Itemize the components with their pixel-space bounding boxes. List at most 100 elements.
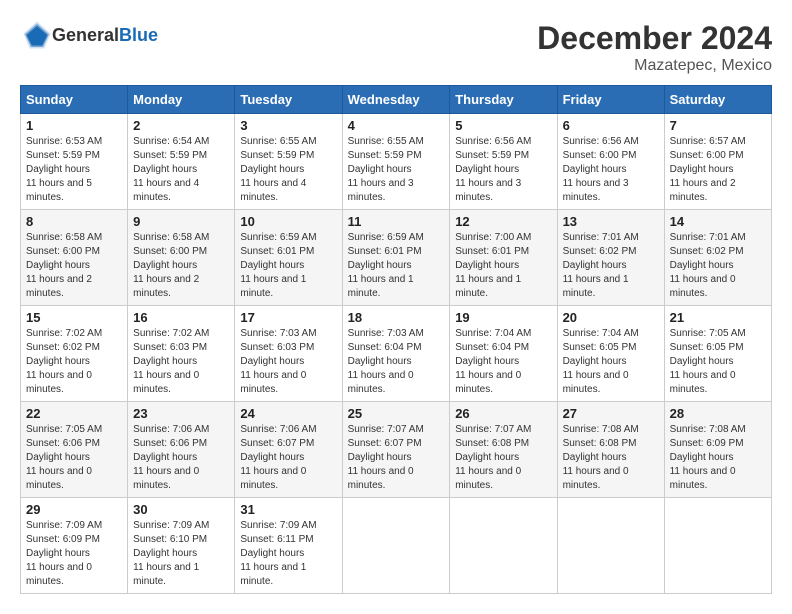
logo-text: GeneralBlue [52,25,158,46]
title-area: December 2024 Mazatepec, Mexico [537,20,772,75]
calendar-cell: 2Sunrise: 6:54 AMSunset: 5:59 PMDaylight… [128,114,235,210]
calendar-cell: 21Sunrise: 7:05 AMSunset: 6:05 PMDayligh… [664,306,771,402]
day-number: 6 [563,118,659,133]
day-number: 15 [26,310,122,325]
day-of-week-friday: Friday [557,86,664,114]
day-info: Sunrise: 6:56 AMSunset: 6:00 PMDaylight … [563,135,659,205]
calendar-cell: 14 Sunrise: 7:01 AMSunset: 6:02 PMDayligh… [664,210,771,306]
day-info: Sunrise: 7:02 AMSunset: 6:02 PMDaylight … [26,327,122,397]
calendar-week-row: 29 Sunrise: 7:09 AMSunset: 6:09 PMDayligh… [21,498,772,594]
calendar-cell: 4 Sunrise: 6:55 AMSunset: 5:59 PMDaylight… [342,114,450,210]
day-number: 25 [348,406,445,421]
day-info: Sunrise: 7:09 AMSunset: 6:09 PMDaylight … [26,519,122,589]
day-number: 16 [133,310,229,325]
calendar-cell: 19 Sunrise: 7:04 AMSunset: 6:04 PMDayligh… [450,306,557,402]
day-info: Sunrise: 6:55 AMSunset: 5:59 PMDaylight … [348,135,445,205]
day-number: 13 [563,214,659,229]
calendar-cell: 12 Sunrise: 7:00 AMSunset: 6:01 PMDayligh… [450,210,557,306]
day-number: 21 [670,310,766,325]
day-number: 27 [563,406,659,421]
calendar-cell: 15 Sunrise: 7:02 AMSunset: 6:02 PMDayligh… [21,306,128,402]
day-number: 19 [455,310,551,325]
calendar-week-row: 15 Sunrise: 7:02 AMSunset: 6:02 PMDayligh… [21,306,772,402]
calendar-cell: 16 Sunrise: 7:02 AMSunset: 6:03 PMDayligh… [128,306,235,402]
day-info: Sunrise: 7:00 AMSunset: 6:01 PMDaylight … [455,231,551,301]
day-info: Sunrise: 7:06 AMSunset: 6:06 PMDaylight … [133,423,229,493]
day-of-week-tuesday: Tuesday [235,86,342,114]
day-number: 24 [240,406,336,421]
calendar-cell: 13Sunrise: 7:01 AMSunset: 6:02 PMDayligh… [557,210,664,306]
day-info: Sunrise: 6:58 AMSunset: 6:00 PMDaylight … [133,231,229,301]
day-number: 11 [348,214,445,229]
day-number: 12 [455,214,551,229]
day-number: 23 [133,406,229,421]
day-of-week-sunday: Sunday [21,86,128,114]
day-info: Sunrise: 7:02 AMSunset: 6:03 PMDaylight … [133,327,229,397]
day-number: 7 [670,118,766,133]
calendar-cell: 28 Sunrise: 7:08 AMSunset: 6:09 PMDayligh… [664,402,771,498]
day-of-week-saturday: Saturday [664,86,771,114]
day-info: Sunrise: 7:08 AMSunset: 6:08 PMDaylight … [563,423,659,493]
calendar-cell: 24 Sunrise: 7:06 AMSunset: 6:07 PMDayligh… [235,402,342,498]
day-info: Sunrise: 7:09 AMSunset: 6:11 PMDaylight … [240,519,336,589]
day-info: Sunrise: 6:53 AMSunset: 5:59 PMDaylight … [26,135,122,205]
calendar-cell: 25 Sunrise: 7:07 AMSunset: 6:07 PMDayligh… [342,402,450,498]
logo-blue: Blue [119,25,158,45]
day-number: 14 [670,214,766,229]
calendar-cell [664,498,771,594]
header: GeneralBlue December 2024 Mazatepec, Mex… [20,20,772,75]
calendar-week-row: 1 Sunrise: 6:53 AMSunset: 5:59 PMDaylight… [21,114,772,210]
day-number: 28 [670,406,766,421]
day-info: Sunrise: 7:07 AMSunset: 6:07 PMDaylight … [348,423,445,493]
day-number: 26 [455,406,551,421]
day-of-week-thursday: Thursday [450,86,557,114]
calendar-cell: 9 Sunrise: 6:58 AMSunset: 6:00 PMDaylight… [128,210,235,306]
day-info: Sunrise: 6:59 AMSunset: 6:01 PMDaylight … [240,231,336,301]
calendar-cell: 5 Sunrise: 6:56 AMSunset: 5:59 PMDaylight… [450,114,557,210]
day-number: 10 [240,214,336,229]
day-number: 17 [240,310,336,325]
day-number: 31 [240,502,336,517]
day-number: 5 [455,118,551,133]
day-number: 20 [563,310,659,325]
day-info: Sunrise: 6:55 AMSunset: 5:59 PMDaylight … [240,135,336,205]
day-info: Sunrise: 6:58 AMSunset: 6:00 PMDaylight … [26,231,122,301]
day-info: Sunrise: 7:06 AMSunset: 6:07 PMDaylight … [240,423,336,493]
day-number: 22 [26,406,122,421]
calendar-cell [557,498,664,594]
day-info: Sunrise: 7:04 AMSunset: 6:04 PMDaylight … [455,327,551,397]
calendar-cell: 22Sunrise: 7:05 AMSunset: 6:06 PMDayligh… [21,402,128,498]
calendar-header-row: SundayMondayTuesdayWednesdayThursdayFrid… [21,86,772,114]
calendar-cell: 23 Sunrise: 7:06 AMSunset: 6:06 PMDayligh… [128,402,235,498]
calendar-cell: 10 Sunrise: 6:59 AMSunset: 6:01 PMDayligh… [235,210,342,306]
location-title: Mazatepec, Mexico [537,57,772,75]
day-info: Sunrise: 7:09 AMSunset: 6:10 PMDaylight … [133,519,229,589]
day-number: 30 [133,502,229,517]
day-number: 4 [348,118,445,133]
day-of-week-monday: Monday [128,86,235,114]
calendar-cell: 18Sunrise: 7:03 AMSunset: 6:04 PMDayligh… [342,306,450,402]
calendar-cell: 11 Sunrise: 6:59 AMSunset: 6:01 PMDayligh… [342,210,450,306]
day-info: Sunrise: 6:56 AMSunset: 5:59 PMDaylight … [455,135,551,205]
calendar-cell: 27 Sunrise: 7:08 AMSunset: 6:08 PMDayligh… [557,402,664,498]
day-info: Sunrise: 7:03 AMSunset: 6:04 PMDaylight … [348,327,445,397]
day-of-week-wednesday: Wednesday [342,86,450,114]
day-number: 9 [133,214,229,229]
calendar-week-row: 8Sunrise: 6:58 AMSunset: 6:00 PMDaylight… [21,210,772,306]
day-info: Sunrise: 7:07 AMSunset: 6:08 PMDaylight … [455,423,551,493]
day-info: Sunrise: 7:03 AMSunset: 6:03 PMDaylight … [240,327,336,397]
day-info: Sunrise: 6:59 AMSunset: 6:01 PMDaylight … [348,231,445,301]
logo-icon [22,20,52,50]
calendar-cell: 30 Sunrise: 7:09 AMSunset: 6:10 PMDayligh… [128,498,235,594]
calendar-cell: 31 Sunrise: 7:09 AMSunset: 6:11 PMDayligh… [235,498,342,594]
month-title: December 2024 [537,20,772,57]
day-info: Sunrise: 7:01 AMSunset: 6:02 PMDaylight … [670,231,766,301]
day-number: 1 [26,118,122,133]
day-info: Sunrise: 7:08 AMSunset: 6:09 PMDaylight … [670,423,766,493]
day-info: Sunrise: 6:54 AMSunset: 5:59 PMDaylight … [133,135,229,205]
logo-general: General [52,25,119,45]
calendar-cell [342,498,450,594]
day-number: 29 [26,502,122,517]
day-number: 3 [240,118,336,133]
calendar-cell: 7Sunrise: 6:57 AMSunset: 6:00 PMDaylight… [664,114,771,210]
